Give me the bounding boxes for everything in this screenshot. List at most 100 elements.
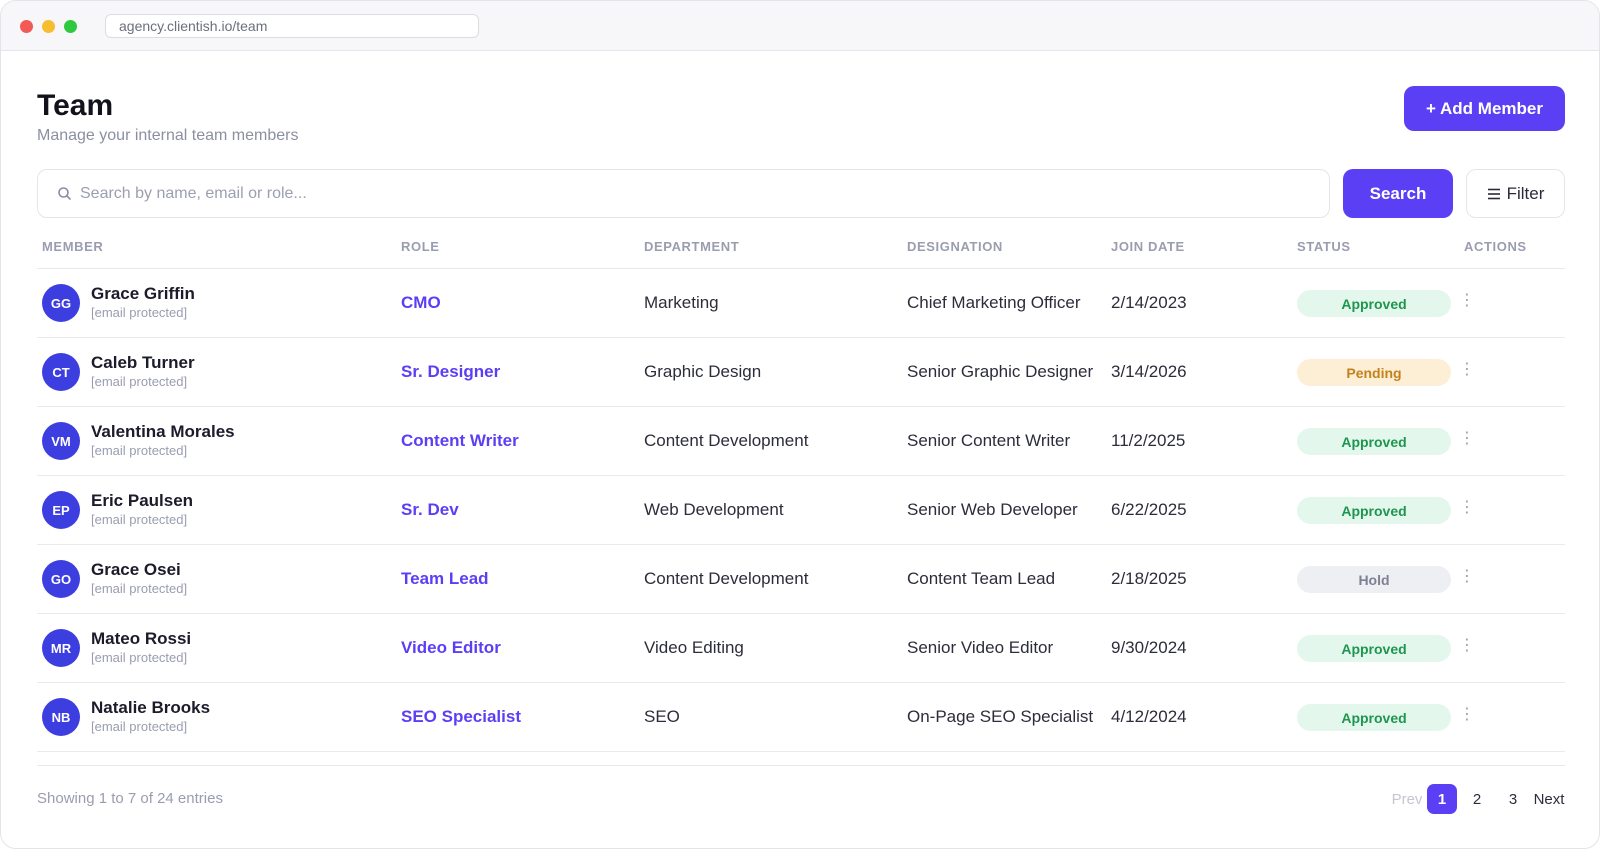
avatar: GG [42,284,80,322]
pagination-prev[interactable]: Prev [1385,784,1429,814]
browser-titlebar: agency.clientish.io/team [1,1,1599,51]
member-designation: Chief Marketing Officer [907,293,1081,312]
table-row[interactable]: MR Mateo Rossi [email protected] Video Edit… [37,614,1565,683]
status-badge: Hold [1297,566,1451,593]
member-email: [email protected] [91,443,188,458]
column-header-status[interactable]: STATUS [1297,239,1351,254]
column-header-designation[interactable]: DESIGNATION [907,239,1003,254]
status-badge: Approved [1297,428,1451,455]
pagination-next[interactable]: Next [1529,784,1569,814]
more-actions-icon[interactable]: ⋮ [1459,431,1475,451]
avatar: CT [42,353,80,391]
table-header: MEMBER ROLE DEPARTMENT DESIGNATION JOIN … [37,237,1565,269]
member-email: [email protected] [91,650,188,665]
member-role[interactable]: Sr. Designer [401,362,500,382]
member-name: Valentina Morales [91,422,235,441]
close-window-icon[interactable] [20,20,33,33]
member-email: [email protected] [91,512,188,527]
member-email: [email protected] [91,581,188,596]
member-role[interactable]: Video Editor [401,638,501,658]
member-join-date: 4/12/2024 [1111,707,1187,726]
member-email: [email protected] [91,374,188,389]
avatar: NB [42,698,80,736]
status-badge: Approved [1297,497,1451,524]
status-badge: Approved [1297,290,1451,317]
member-department: Web Development [644,500,784,519]
add-member-button[interactable]: + Add Member [1404,86,1565,131]
search-input[interactable] [80,170,1310,217]
table-row[interactable]: GG Grace Griffin [email protected] CMO Marke… [37,269,1565,338]
maximize-window-icon[interactable] [64,20,77,33]
member-designation: Senior Graphic Designer [907,362,1094,381]
table-row[interactable]: NB Natalie Brooks [email protected] SEO Spe… [37,683,1565,752]
more-actions-icon[interactable]: ⋮ [1459,707,1475,727]
member-designation: Content Team Lead [907,569,1056,588]
search-box[interactable] [37,169,1330,218]
member-designation: Senior Video Editor [907,638,1054,657]
member-designation: Senior Content Writer [907,431,1071,450]
member-role[interactable]: Team Lead [401,569,489,589]
member-role[interactable]: Sr. Dev [401,500,459,520]
pagination-page-2[interactable]: 2 [1462,784,1492,814]
member-designation: Senior Web Developer [907,500,1078,519]
member-name: Grace Osei [91,560,181,579]
member-designation: On-Page SEO Specialist [907,707,1094,726]
avatar: EP [42,491,80,529]
pagination-summary: Showing 1 to 7 of 24 entries [37,790,223,807]
member-department: Video Editing [644,638,744,657]
column-header-role[interactable]: ROLE [401,239,440,254]
table-row[interactable]: CT Caleb Turner [email protected] Sr. Desig… [37,338,1565,407]
filter-icon [1487,188,1500,199]
column-header-actions: ACTIONS [1464,239,1527,254]
avatar: VM [42,422,80,460]
footer-divider [37,765,1565,766]
member-department: Content Development [644,569,809,588]
member-name: Caleb Turner [91,353,195,372]
more-actions-icon[interactable]: ⋮ [1459,569,1475,589]
member-role[interactable]: CMO [401,293,441,313]
member-department: Marketing [644,293,719,312]
member-join-date: 2/14/2023 [1111,293,1187,312]
member-name: Grace Griffin [91,284,195,303]
member-join-date: 9/30/2024 [1111,638,1187,657]
member-department: Graphic Design [644,362,762,381]
more-actions-icon[interactable]: ⋮ [1459,500,1475,520]
member-role[interactable]: SEO Specialist [401,707,521,727]
avatar: GO [42,560,80,598]
column-header-department[interactable]: DEPARTMENT [644,239,739,254]
member-email: [email protected] [91,719,188,734]
member-role[interactable]: Content Writer [401,431,519,451]
more-actions-icon[interactable]: ⋮ [1459,638,1475,658]
address-bar[interactable]: agency.clientish.io/team [105,14,479,38]
minimize-window-icon[interactable] [42,20,55,33]
column-header-join-date[interactable]: JOIN DATE [1111,239,1185,254]
filter-label: Filter [1506,183,1545,203]
member-name: Natalie Brooks [91,698,211,717]
column-header-member[interactable]: MEMBER [42,239,103,254]
page-title: Team [37,89,114,122]
more-actions-icon[interactable]: ⋮ [1459,362,1475,382]
member-department: Content Development [644,431,809,450]
table-row[interactable]: EP Eric Paulsen [email protected] Sr. Dev We… [37,476,1565,545]
search-icon [58,187,71,200]
member-name: Eric Paulsen [91,491,194,510]
avatar: MR [42,629,80,667]
table-row[interactable]: GO Grace Osei [email protected] Team Lead Co… [37,545,1565,614]
status-badge: Approved [1297,635,1451,662]
member-department: SEO [644,707,680,726]
member-join-date: 2/18/2025 [1111,569,1187,588]
member-join-date: 11/2/2025 [1111,431,1186,450]
more-actions-icon[interactable]: ⋮ [1459,293,1475,313]
member-join-date: 6/22/2025 [1111,500,1187,519]
member-name: Mateo Rossi [91,629,192,648]
status-badge: Pending [1297,359,1451,386]
browser-window: agency.clientish.io/team Team Manage you… [0,0,1600,849]
member-email: [email protected] [91,305,188,320]
search-button[interactable]: Search [1343,169,1453,218]
filter-button[interactable]: Filter [1466,169,1565,218]
pagination-page-3[interactable]: 3 [1498,784,1528,814]
pagination-page-1[interactable]: 1 [1427,784,1457,814]
table-row[interactable]: VM Valentina Morales [email protected] Cont… [37,407,1565,476]
page-subtitle: Manage your internal team members [37,127,299,144]
status-badge: Approved [1297,704,1451,731]
